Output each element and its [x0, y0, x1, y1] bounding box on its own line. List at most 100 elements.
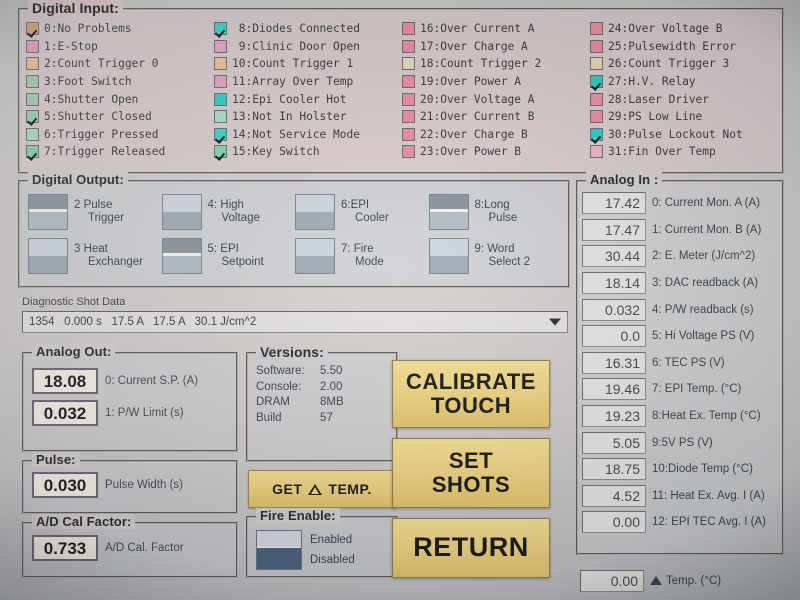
version-row: Console: 2.00	[256, 380, 390, 396]
checkbox-unchecked-icon[interactable]	[26, 39, 39, 53]
checkbox-checked-icon[interactable]	[214, 145, 227, 159]
checkbox-unchecked-icon[interactable]	[402, 22, 415, 36]
digital-input-label: 28:Laser Driver	[608, 92, 710, 106]
toggle-switch[interactable]	[295, 194, 335, 230]
checkbox-unchecked-icon[interactable]	[402, 39, 415, 53]
digital-output-label-line1: 4: High	[207, 199, 244, 211]
shot-data-dropdown[interactable]: 1354 0.000 s 17.5 A 17.5 A 30.1 J/cm^2	[22, 311, 568, 333]
digital-input-column-1: 8:Diodes Connected 9:Clinic Door Open 10:…	[214, 20, 402, 168]
checkbox-unchecked-icon[interactable]	[26, 127, 39, 141]
set-shots-button[interactable]: SET SHOTS	[392, 438, 550, 508]
fire-enable-toggle-switch[interactable]	[256, 530, 302, 570]
checkbox-checked-icon[interactable]	[214, 127, 227, 141]
checkbox-unchecked-icon[interactable]	[214, 39, 227, 53]
analog-in-label: 4: P/W readback (s)	[652, 303, 754, 316]
toggle-switch[interactable]	[428, 238, 469, 274]
switch-lower-half	[429, 209, 468, 229]
toggle-switch[interactable]	[428, 194, 469, 230]
checkbox-unchecked-icon[interactable]	[402, 145, 415, 159]
toggle-switch[interactable]	[28, 238, 68, 274]
pulse-label: Pulse Width (s)	[105, 479, 183, 491]
digital-output-label-line1: 9: Word	[474, 243, 515, 255]
digital-input-label: 24:Over Voltage B	[608, 22, 723, 36]
checkbox-unchecked-icon[interactable]	[402, 92, 415, 106]
triangle-icon	[650, 576, 662, 585]
digital-input-row: 28:Laser Driver	[590, 90, 778, 108]
checkbox-unchecked-icon[interactable]	[402, 127, 415, 141]
checkbox-unchecked-icon[interactable]	[214, 75, 227, 89]
calibrate-touch-button[interactable]: CALIBRATE TOUCH	[392, 360, 550, 428]
analog-in-value: 19.23	[582, 405, 646, 428]
digital-output-label-line1: 7: Fire	[341, 243, 374, 255]
digital-output-column-2: 6:EPI Cooler 7: Fire Mode	[295, 190, 429, 282]
analog-in-label: 11: Heat Ex. Avg. I (A)	[652, 489, 765, 502]
analog-in-label: 10:Diode Temp (°C)	[652, 463, 753, 476]
switch-lower-half	[29, 256, 67, 273]
toggle-switch[interactable]	[295, 238, 335, 274]
analog-out-value[interactable]: 0.032	[32, 400, 98, 426]
diagnostic-shot-data: Diagnostic Shot Data 1354 0.000 s 17.5 A…	[22, 296, 568, 333]
checkbox-unchecked-icon[interactable]	[26, 92, 39, 106]
checkbox-unchecked-icon[interactable]	[590, 110, 603, 124]
checkbox-checked-icon[interactable]	[590, 127, 603, 141]
digital-output-item: 3 Heat Exchanger	[28, 234, 162, 278]
checkbox-unchecked-icon[interactable]	[590, 145, 603, 159]
digital-input-row: 23:Over Power B	[402, 143, 590, 161]
checkbox-checked-icon[interactable]	[26, 145, 39, 159]
digital-input-row: 2:Count Trigger 0	[26, 55, 214, 73]
digital-input-label: 30:Pulse Lockout Not	[608, 127, 743, 141]
digital-input-row: 13:Not In Holster	[214, 108, 402, 126]
shot-data-selected-value: 1354 0.000 s 17.5 A 17.5 A 30.1 J/cm^2	[29, 316, 257, 328]
digital-input-label: 10:Count Trigger 1	[232, 57, 354, 71]
checkbox-unchecked-icon[interactable]	[402, 110, 415, 124]
return-button[interactable]: RETURN	[392, 518, 550, 578]
checkbox-unchecked-icon[interactable]	[590, 92, 603, 106]
checkbox-unchecked-icon[interactable]	[590, 39, 603, 53]
analog-in-value: 30.44	[582, 245, 646, 268]
digital-input-label: 20:Over Voltage A	[420, 92, 535, 106]
fire-enable-panel: Fire Enable: Enabled Disabled	[246, 508, 398, 578]
checkbox-unchecked-icon[interactable]	[590, 22, 603, 36]
digital-input-row: 29:PS Low Line	[590, 108, 778, 126]
toggle-switch[interactable]	[28, 194, 68, 230]
checkbox-unchecked-icon[interactable]	[26, 57, 39, 71]
calibrate-touch-line2: TOUCH	[430, 393, 512, 418]
digital-output-label-line2: Voltage	[221, 212, 260, 224]
checkbox-checked-icon[interactable]	[26, 110, 39, 124]
analog-in-label: 9:5V PS (V)	[652, 436, 713, 449]
get-temp-label-post: TEMP.	[328, 481, 372, 497]
digital-input-row: 15:Key Switch	[214, 143, 402, 161]
version-value: 8MB	[320, 396, 344, 408]
digital-input-label: 14:Not Service Mode	[232, 127, 360, 141]
set-shots-line1: SET	[448, 447, 494, 473]
checkbox-unchecked-icon[interactable]	[402, 57, 415, 71]
checkbox-unchecked-icon[interactable]	[214, 57, 227, 71]
digital-output-label-line2: Cooler	[355, 212, 389, 224]
analog-out-panel: Analog Out: 18.08 0: Current S.P. (A) 0.03…	[22, 344, 238, 452]
analog-out-value[interactable]: 18.08	[32, 368, 98, 394]
checkbox-checked-icon[interactable]	[26, 22, 39, 36]
checkbox-unchecked-icon[interactable]	[214, 110, 227, 124]
digital-input-label: 22:Over Charge B	[420, 127, 528, 141]
toggle-switch[interactable]	[161, 238, 202, 274]
checkbox-checked-icon[interactable]	[590, 75, 603, 89]
digital-input-row: 14:Not Service Mode	[214, 126, 402, 144]
analog-in-row: 19.23 8:Heat Ex. Temp (°C)	[582, 403, 778, 430]
analog-in-value: 4.52	[582, 484, 646, 507]
digital-output-label-line1: 6:EPI	[341, 199, 370, 211]
switch-lower-half	[429, 256, 468, 273]
checkbox-unchecked-icon[interactable]	[26, 75, 39, 89]
adcal-value[interactable]: 0.733	[32, 535, 98, 561]
checkbox-unchecked-icon[interactable]	[402, 75, 415, 89]
checkbox-unchecked-icon[interactable]	[214, 92, 227, 106]
checkbox-checked-icon[interactable]	[214, 22, 227, 36]
checkbox-unchecked-icon[interactable]	[590, 57, 603, 71]
get-temp-button[interactable]: GET TEMP.	[248, 470, 396, 508]
analog-in-row: 19.46 7: EPI Temp. (°C)	[582, 376, 778, 403]
digital-output-item: 4: High Voltage	[161, 190, 296, 234]
analog-in-label: 1: Current Mon. B (A)	[652, 223, 762, 236]
toggle-switch[interactable]	[161, 194, 202, 230]
pulse-value[interactable]: 0.030	[32, 472, 98, 498]
chevron-down-icon[interactable]	[549, 318, 561, 326]
digital-input-row: 27:H.V. Relay	[590, 73, 778, 91]
